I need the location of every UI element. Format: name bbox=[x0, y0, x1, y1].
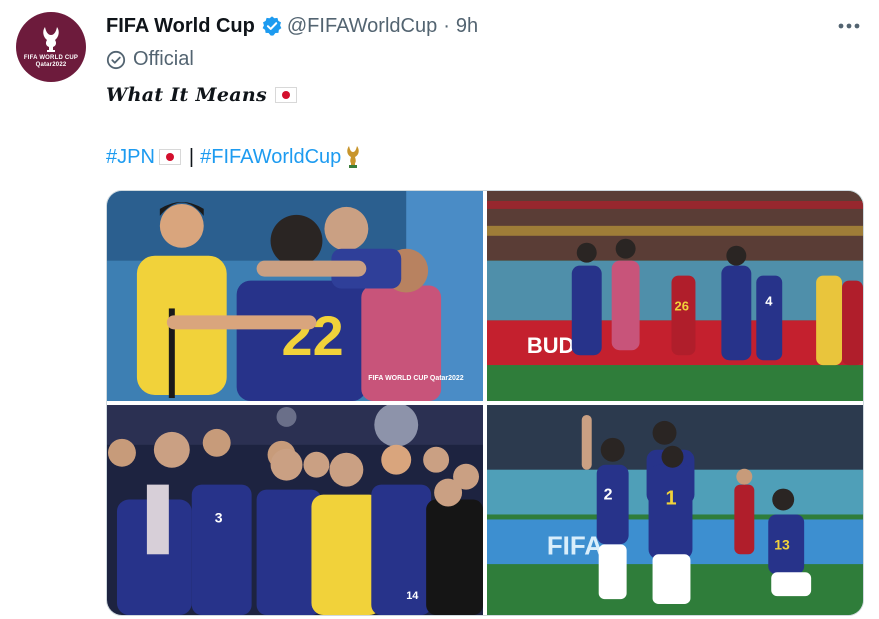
official-text: Official bbox=[133, 48, 194, 70]
photo-4-shirt-number-b: 13 bbox=[774, 536, 790, 552]
photo-1-wordmark: FIFA WORLD CUP Qatar2022 bbox=[368, 375, 463, 382]
photo-team-group[interactable]: 3 14 bbox=[107, 405, 483, 615]
tweet-title-line: What It Means bbox=[106, 84, 297, 106]
hashtag-line: #JPN | #FIFAWorldCup bbox=[106, 145, 360, 169]
hashtag-divider: | bbox=[188, 145, 195, 168]
author-handle[interactable]: @FIFAWorldCup bbox=[287, 15, 437, 38]
header-separator: · bbox=[443, 14, 450, 37]
japan-flag-icon bbox=[274, 87, 297, 103]
photo-4-ad-text: FIFA bbox=[547, 532, 603, 560]
photo-team-walking[interactable]: BUD 26 4 bbox=[487, 191, 863, 401]
tweet-timestamp[interactable]: 9h bbox=[456, 15, 478, 38]
photo-2-shirt-number-a: 26 bbox=[675, 298, 689, 313]
avatar-wordmark-line-2: Qatar2022 bbox=[35, 62, 67, 68]
hashtag-fifaworldcup[interactable]: #FIFAWorldCup bbox=[200, 146, 341, 169]
photo-2-ad-text: BUD bbox=[527, 333, 575, 358]
photo-1-shirt-number: 22 bbox=[282, 304, 344, 367]
hashtag-jpn[interactable]: #JPN bbox=[106, 146, 155, 169]
photo-celebration-hug[interactable]: 22 FIFA WORLD CUP Qatar2022 bbox=[107, 191, 483, 401]
photo-grid: 22 FIFA WORLD CUP Qatar2022 BUD 26 4 3 1… bbox=[106, 190, 864, 616]
photo-2-shirt-number-b: 4 bbox=[765, 293, 773, 308]
avatar[interactable]: FIFA WORLD CUP Qatar2022 bbox=[16, 12, 86, 82]
japan-flag-icon bbox=[158, 149, 181, 165]
photo-4-shirt-number-c: 2 bbox=[604, 487, 613, 504]
verified-badge-icon bbox=[262, 16, 282, 36]
more-icon bbox=[838, 23, 860, 29]
fifa-trophy-logo-icon bbox=[43, 27, 59, 52]
author-name[interactable]: FIFA World Cup bbox=[106, 15, 255, 38]
tweet-title: What It Means bbox=[106, 84, 267, 106]
photo-celebration-hug-image: 22 FIFA WORLD CUP Qatar2022 bbox=[107, 191, 483, 401]
photo-players-celebrating-image: FIFA 2 1 13 bbox=[487, 405, 863, 615]
photo-team-walking-image: BUD 26 4 bbox=[487, 191, 863, 401]
official-badge-icon bbox=[106, 50, 126, 69]
avatar-wordmark: FIFA WORLD CUP Qatar2022 bbox=[24, 55, 78, 69]
photo-team-group-image: 3 14 bbox=[107, 405, 483, 615]
more-button[interactable] bbox=[835, 14, 863, 38]
photo-players-celebrating[interactable]: FIFA 2 1 13 bbox=[487, 405, 863, 615]
photo-3-back-number: 14 bbox=[406, 590, 419, 602]
tweet-header: FIFA World Cup @FIFAWorldCup · 9h bbox=[106, 12, 478, 40]
photo-4-shirt-number-a: 1 bbox=[666, 488, 677, 510]
photo-3-shirt-number: 3 bbox=[215, 509, 223, 525]
trophy-icon bbox=[347, 146, 360, 168]
avatar-wordmark-line-1: FIFA WORLD CUP bbox=[23, 55, 79, 61]
official-label: Official bbox=[106, 48, 194, 71]
